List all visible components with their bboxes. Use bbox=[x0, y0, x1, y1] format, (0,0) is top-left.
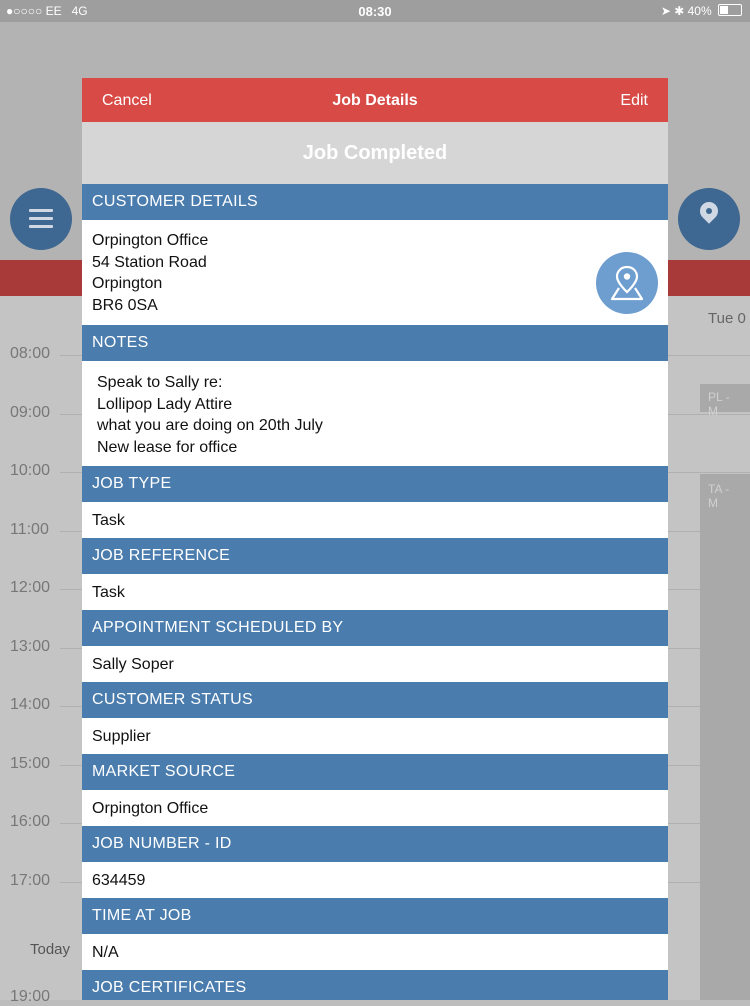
note-line: Lollipop Lady Attire bbox=[97, 395, 233, 413]
section-header-market-source: MARKET SOURCE bbox=[82, 754, 668, 790]
time-at-job-value: N/A bbox=[82, 934, 668, 970]
section-header-time-at-job: TIME AT JOB bbox=[82, 898, 668, 934]
bluetooth-icon: ✱ bbox=[674, 4, 685, 18]
menu-button[interactable] bbox=[10, 188, 72, 250]
section-header-job-reference: JOB REFERENCE bbox=[82, 538, 668, 574]
section-header-customer-status: CUSTOMER STATUS bbox=[82, 682, 668, 718]
map-pin-icon bbox=[696, 198, 722, 224]
today-button[interactable]: Today bbox=[30, 941, 70, 958]
section-header-notes: NOTES bbox=[82, 325, 668, 361]
section-header-job-certificates: JOB CERTIFICATES bbox=[82, 970, 668, 1000]
status-bar: ●○○○○ EE 4G 08:30 ➤ ✱ 40% bbox=[0, 0, 750, 22]
job-reference-value: Task bbox=[82, 574, 668, 610]
hour-label: 17:00 bbox=[10, 872, 51, 889]
notes-body: Speak to Sally re: Lollipop Lady Attire … bbox=[82, 361, 668, 466]
clock: 08:30 bbox=[358, 4, 392, 19]
section-header-scheduled-by: APPOINTMENT SCHEDULED BY bbox=[82, 610, 668, 646]
job-type-value: Task bbox=[82, 502, 668, 538]
address-line: Orpington bbox=[92, 275, 163, 292]
location-arrow-icon: ➤ bbox=[660, 4, 671, 18]
calendar-event[interactable]: PL - M bbox=[700, 384, 750, 418]
open-map-button[interactable] bbox=[596, 252, 658, 314]
hour-label: 09:00 bbox=[10, 404, 51, 421]
hour-label: 11:00 bbox=[10, 521, 49, 538]
hamburger-icon bbox=[29, 209, 53, 233]
scheduled-by-value: Sally Soper bbox=[82, 646, 668, 682]
map-location-icon bbox=[610, 265, 644, 301]
hour-label: 10:00 bbox=[10, 462, 51, 479]
address-line: Orpington Office bbox=[92, 232, 209, 249]
address-line: BR6 0SA bbox=[92, 296, 158, 314]
hour-label: 14:00 bbox=[10, 696, 51, 713]
modal-nav-bar: Cancel Job Details Edit bbox=[82, 78, 668, 122]
battery-info: ➤ ✱ 40% bbox=[661, 4, 742, 18]
note-line: Speak to Sally re: bbox=[97, 374, 223, 391]
customer-address: Orpington Office 54 Station Road Orpingt… bbox=[82, 220, 668, 325]
section-header-job-type: JOB TYPE bbox=[82, 466, 668, 502]
edit-button[interactable]: Edit bbox=[620, 92, 648, 110]
hour-label: 08:00 bbox=[10, 345, 51, 362]
section-header-customer-details: CUSTOMER DETAILS bbox=[82, 184, 668, 220]
note-line: New lease for office bbox=[97, 438, 238, 456]
note-line: what you are doing on 20th July bbox=[97, 417, 323, 434]
hour-label: 15:00 bbox=[10, 755, 51, 772]
modal-title: Job Details bbox=[332, 92, 418, 109]
address-line: 54 Station Road bbox=[92, 253, 207, 271]
hour-label: 13:00 bbox=[10, 638, 51, 655]
hour-label: 19:00 bbox=[10, 988, 51, 1005]
job-status-banner: Job Completed bbox=[82, 122, 668, 184]
job-number-value: 634459 bbox=[82, 862, 668, 898]
market-source-value: Orpington Office bbox=[82, 790, 668, 826]
location-button[interactable] bbox=[678, 188, 740, 250]
section-header-job-number: JOB NUMBER - ID bbox=[82, 826, 668, 862]
hour-label: 12:00 bbox=[10, 579, 51, 596]
customer-status-value: Supplier bbox=[82, 718, 668, 754]
day-header: Tue 0 bbox=[708, 310, 746, 327]
battery-icon bbox=[718, 4, 742, 16]
battery-percent: 40% bbox=[687, 4, 712, 18]
calendar-event[interactable]: TA - M bbox=[700, 474, 750, 1000]
hour-label: 16:00 bbox=[10, 813, 51, 830]
job-details-modal: Cancel Job Details Edit Job Completed CU… bbox=[82, 78, 668, 1000]
